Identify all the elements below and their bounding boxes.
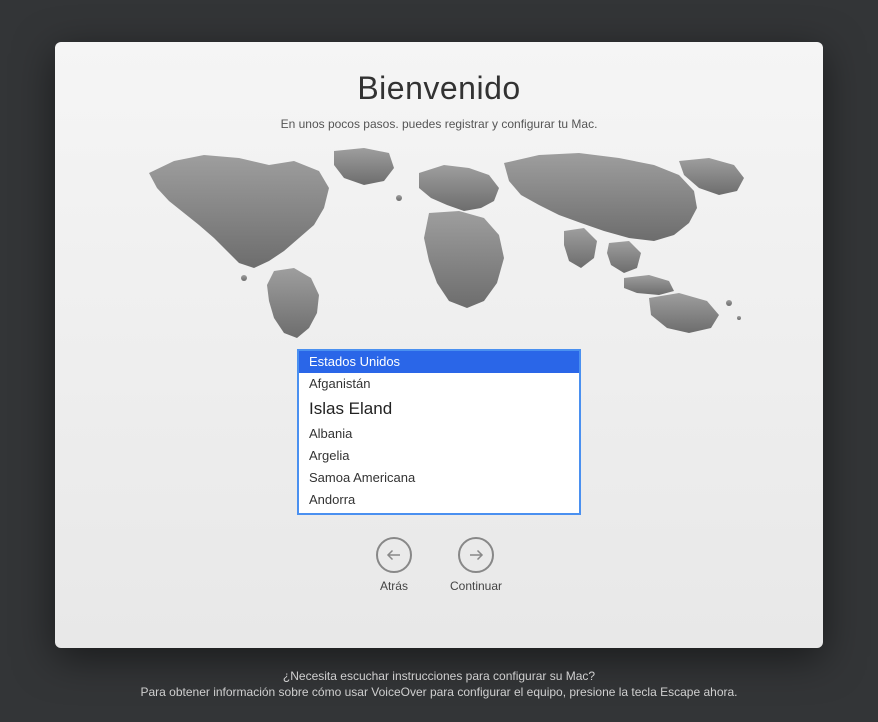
country-item[interactable]: Islas Eland	[299, 395, 579, 423]
arrow-left-icon	[376, 537, 412, 573]
footer-line-1: ¿Necesita escuchar instrucciones para co…	[0, 668, 878, 684]
continue-label: Continuar	[450, 579, 502, 593]
country-item[interactable]: Afganistán	[299, 373, 579, 395]
nav-buttons: Atrás Continuar	[376, 537, 502, 593]
page-title: Bienvenido	[357, 70, 520, 107]
setup-window: Bienvenido En unos pocos pasos. puedes r…	[55, 42, 823, 648]
back-button[interactable]: Atrás	[376, 537, 412, 593]
country-item[interactable]: Albania	[299, 423, 579, 445]
country-item[interactable]: Andorra	[299, 489, 579, 511]
country-item[interactable]: Angola	[299, 511, 579, 515]
country-item[interactable]: Argelia	[299, 445, 579, 467]
arrow-right-icon	[458, 537, 494, 573]
voiceover-hint: ¿Necesita escuchar instrucciones para co…	[0, 668, 878, 700]
page-subtitle: En unos pocos pasos. puedes registrar y …	[281, 117, 598, 131]
footer-line-2: Para obtener información sobre cómo usar…	[0, 684, 878, 700]
world-map	[119, 143, 759, 343]
country-item[interactable]: Samoa Americana	[299, 467, 579, 489]
back-label: Atrás	[380, 579, 408, 593]
country-item[interactable]: Estados Unidos	[299, 351, 579, 373]
country-list[interactable]: Estados UnidosAfganistánIslas ElandAlban…	[297, 349, 581, 515]
continue-button[interactable]: Continuar	[450, 537, 502, 593]
